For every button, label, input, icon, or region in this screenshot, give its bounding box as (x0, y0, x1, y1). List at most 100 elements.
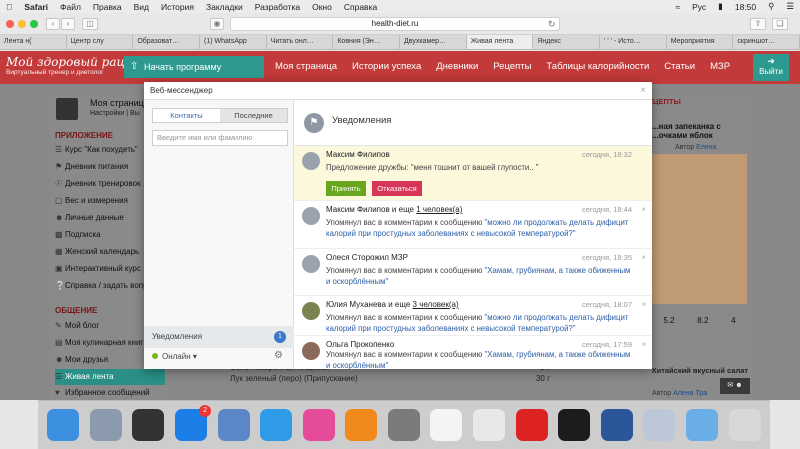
decline-button[interactable]: Отказаться (372, 181, 422, 196)
dismiss-icon[interactable]: × (641, 300, 646, 309)
activity-monitor-icon[interactable] (558, 409, 591, 441)
avatar[interactable] (302, 207, 320, 225)
tab-item[interactable]: Мероприятия (667, 35, 734, 49)
more-people-link[interactable]: 3 человек(а) (413, 300, 459, 309)
launchpad-icon[interactable] (89, 409, 122, 441)
exit-button[interactable]: ➜ Выйти (753, 54, 789, 81)
menu-window[interactable]: Окно (312, 2, 332, 12)
menu-view[interactable]: Вид (134, 2, 149, 12)
tab-item[interactable]: Читать онл… (267, 35, 334, 49)
word-icon[interactable] (600, 409, 633, 441)
minimize-window-button[interactable] (18, 20, 26, 28)
notification-author[interactable]: Олеся Сторожил МЗР (326, 253, 408, 262)
accept-button[interactable]: Принять (326, 181, 366, 196)
nav-my-page[interactable]: Моя страница (275, 56, 337, 78)
menu-develop[interactable]: Разработка (255, 2, 300, 12)
battery-icon[interactable]: ▮ (718, 1, 723, 12)
wifi-icon[interactable]: ≈ (675, 2, 680, 12)
avatar[interactable] (302, 302, 320, 320)
ibooks-icon[interactable] (345, 409, 378, 441)
menu-help[interactable]: Справка (344, 2, 377, 12)
notification-item[interactable]: Максим Филипов сегодня, 18:32 Предложени… (294, 146, 652, 201)
apple-icon[interactable]:  (6, 2, 12, 12)
reload-icon[interactable]: ↻ (548, 19, 556, 30)
search-icon[interactable]: ⚲ (768, 1, 774, 12)
tab-item[interactable]: (1) WhatsApp (200, 35, 267, 49)
notification-item[interactable]: Юлия Муханева и еще 3 человек(а) сегодня… (294, 296, 652, 336)
avatar[interactable] (302, 255, 320, 273)
forward-button[interactable]: › (61, 18, 75, 30)
tab-recent[interactable]: Последние (220, 109, 287, 122)
downloads-folder-icon[interactable] (685, 409, 718, 441)
notifications-item[interactable]: Уведомления 1 (144, 326, 294, 348)
back-button[interactable]: ‹ (46, 18, 60, 30)
tab-item[interactable]: скриншот… (733, 35, 800, 49)
app-store-icon[interactable]: 2 (175, 405, 212, 441)
chat-counter-badge[interactable]: ✉ ☻ (720, 378, 750, 394)
zoom-window-button[interactable] (30, 20, 38, 28)
avatar[interactable] (302, 342, 320, 360)
finder-icon[interactable] (47, 409, 80, 441)
sidebar-item-favorites[interactable]: ♥ Избранное сообщений (55, 386, 165, 400)
polar-icon[interactable] (515, 409, 548, 441)
notification-author[interactable]: Ольга Прокопенко (326, 340, 394, 349)
recipe-title[interactable]: ...ная запеканка с ...очками яблок (652, 122, 747, 140)
mission-control-icon[interactable] (132, 409, 165, 441)
tab-item[interactable]: Образоват… (133, 35, 201, 49)
menu-safari[interactable]: Safari (24, 2, 48, 12)
menu-history[interactable]: История (161, 2, 194, 12)
user-name[interactable]: Моя страниц (90, 98, 144, 108)
more-people-link[interactable]: 1 человек(а) (416, 205, 462, 214)
preview-icon[interactable] (643, 409, 676, 441)
menu-bookmarks[interactable]: Закладки (206, 2, 243, 12)
recipe-title-2[interactable]: Китайский вкусный салат (652, 366, 748, 375)
mail-icon[interactable] (217, 409, 250, 441)
system-preferences-icon[interactable] (387, 409, 420, 441)
nav-recipes[interactable]: Рецепты (493, 56, 531, 78)
dismiss-icon[interactable]: × (641, 340, 646, 349)
chrome-icon[interactable] (473, 409, 506, 441)
nav-calorie-tables[interactable]: Таблицы калорийности (546, 56, 649, 78)
itunes-icon[interactable] (302, 409, 335, 441)
close-icon[interactable]: × (640, 82, 646, 100)
notification-item[interactable]: Максим Филипов и еще 1 человек(а) сегодн… (294, 201, 652, 249)
address-bar[interactable]: health-diet.ru (230, 17, 560, 31)
privacy-icon[interactable]: ◉ (210, 18, 224, 30)
dismiss-icon[interactable]: × (641, 205, 646, 214)
tab-contacts[interactable]: Контакты (153, 109, 220, 122)
new-tab-icon[interactable]: ❏ (772, 18, 788, 30)
sidebar-toggle-icon[interactable]: ◫ (82, 18, 98, 30)
tab-item[interactable]: Лента н( (0, 35, 67, 49)
tab-item[interactable]: Яндекс (533, 35, 601, 49)
close-window-button[interactable] (6, 20, 14, 28)
menu-edit[interactable]: Правка (93, 2, 122, 12)
status-selector[interactable]: Онлайн ▾ (152, 350, 197, 364)
contact-search-input[interactable]: Введите имя или фамилию (152, 130, 288, 146)
nav-success-stories[interactable]: Истории успеха (352, 56, 421, 78)
nav-articles[interactable]: Статьи (664, 56, 695, 78)
notification-item[interactable]: Ольга Прокопенко сегодня, 17:59 × Упомян… (294, 336, 652, 370)
tab-item[interactable]: ' ' ' - Исто… (600, 35, 667, 49)
user-settings-links[interactable]: Настройки | Вы (90, 110, 140, 117)
menu-list-icon[interactable]: ☰ (786, 1, 794, 12)
recipe-image[interactable] (652, 154, 747, 304)
avatar[interactable] (56, 98, 78, 120)
tab-item[interactable]: Ковния (Эн… (333, 35, 401, 49)
start-program-button[interactable]: ⇧ Начать программу похудения (124, 56, 264, 94)
tab-item[interactable]: Центр слу (67, 35, 134, 49)
language-indicator[interactable]: Рус (692, 2, 706, 12)
photos-icon[interactable] (430, 409, 463, 441)
tab-item[interactable]: Двухкамер… (400, 35, 467, 49)
notification-item[interactable]: Олеся Сторожил МЗР сегодня, 18:35 × Упом… (294, 249, 652, 296)
notification-author[interactable]: Максим Филипов (326, 150, 390, 159)
tab-item-active[interactable]: Живая лента (466, 35, 534, 49)
nav-diaries[interactable]: Дневники (436, 56, 478, 78)
share-icon[interactable]: ⇧ (750, 18, 766, 30)
menu-file[interactable]: Файл (60, 2, 81, 12)
safari-icon[interactable] (260, 409, 293, 441)
trash-icon[interactable] (728, 409, 761, 441)
gear-icon[interactable]: ⚙ (274, 350, 283, 361)
clock[interactable]: 18:50 (735, 2, 756, 12)
sidebar-item-live-feed[interactable]: ☰ Живая лента (55, 369, 165, 385)
dismiss-icon[interactable]: × (641, 253, 646, 262)
